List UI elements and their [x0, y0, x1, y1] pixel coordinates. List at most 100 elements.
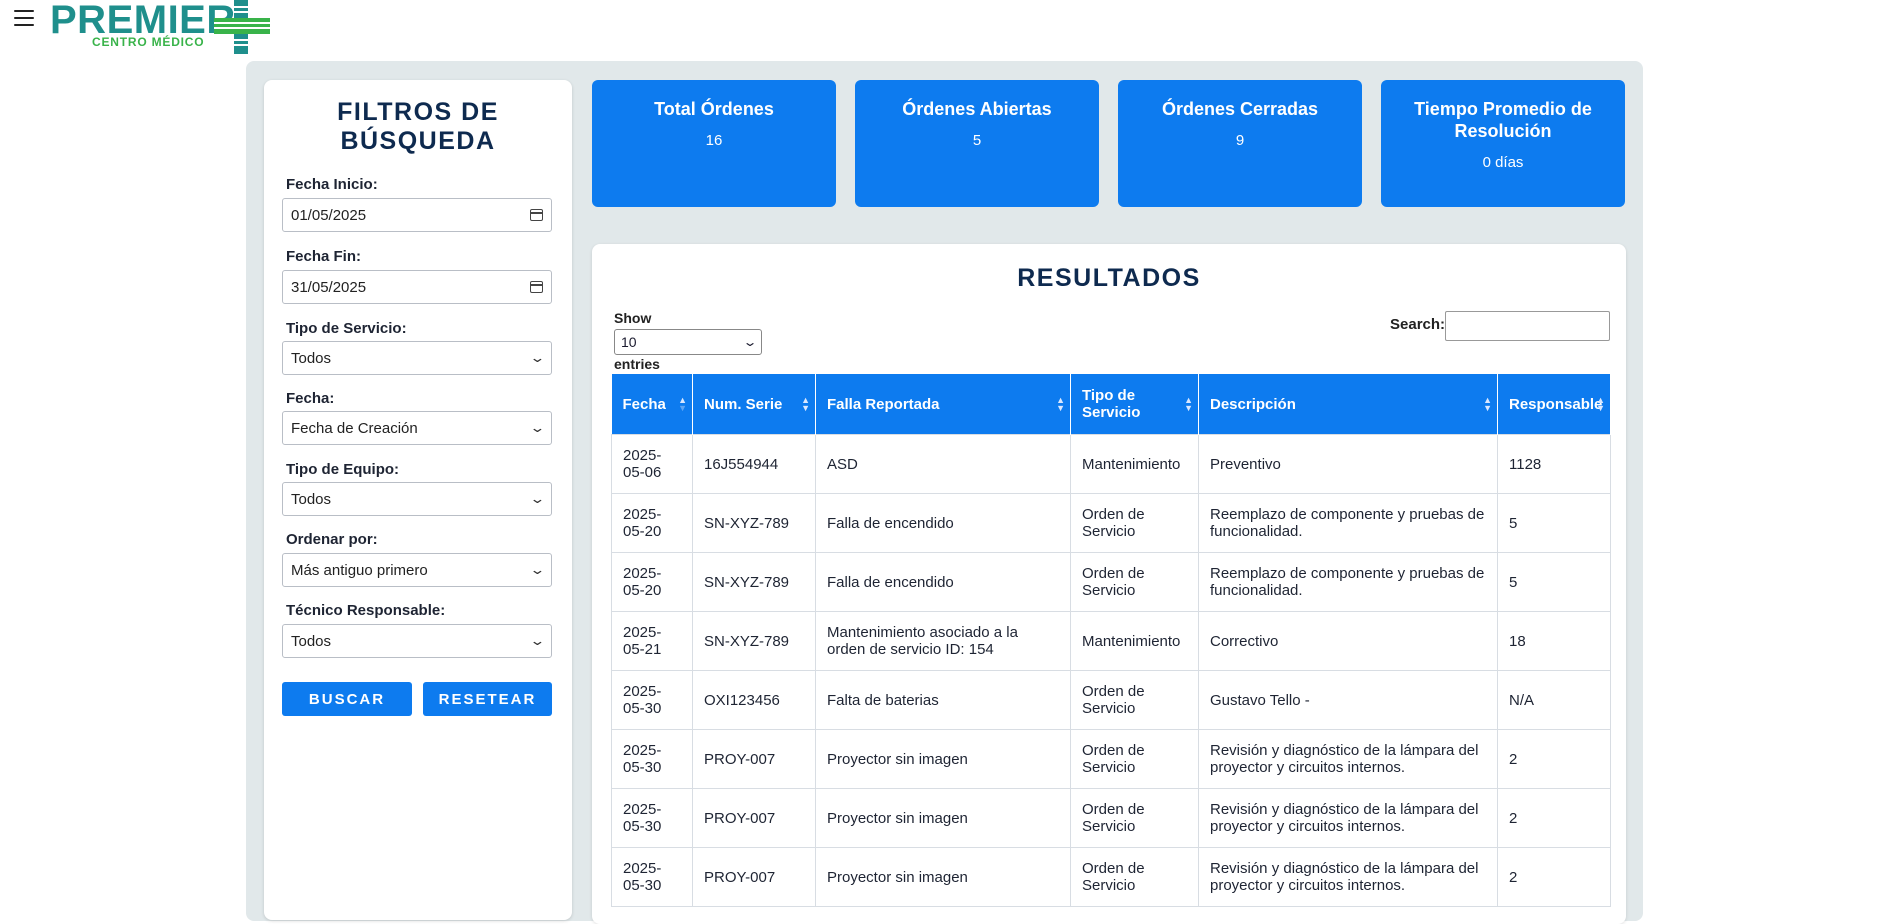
cell-responsable: 2: [1497, 729, 1611, 789]
cell-falla: Falla de encendido: [815, 552, 1071, 612]
sort-icon: ▲ ▼: [1596, 395, 1605, 413]
tipo-servicio-value: Todos: [291, 349, 332, 367]
column-header-fecha[interactable]: Fecha ▲ ▼: [611, 374, 693, 435]
stat-value: 0 días: [1482, 154, 1524, 171]
table-row: 2025-05-20 SN-XYZ-789 Falla de encendido…: [611, 552, 1611, 612]
column-header-label: Falla Reportada: [827, 395, 940, 413]
column-header-tipo-servicio[interactable]: Tipo de Servicio ▲ ▼: [1070, 374, 1199, 435]
cell-responsable: 18: [1497, 611, 1611, 671]
cell-num-serie: PROY-007: [692, 847, 816, 907]
column-header-descripcion[interactable]: Descripción ▲ ▼: [1198, 374, 1498, 435]
sort-icon: ▲ ▼: [1056, 395, 1065, 413]
cell-tipo-servicio: Orden de Servicio: [1070, 788, 1199, 848]
column-header-label: Responsable: [1509, 395, 1603, 413]
cell-descripcion: Revisión y diagnóstico de la lámpara del…: [1198, 788, 1498, 848]
fecha-fin-value: 31/05/2025: [291, 278, 367, 296]
buscar-button[interactable]: BUSCAR: [282, 682, 412, 716]
cell-descripcion: Revisión y diagnóstico de la lámpara del…: [1198, 847, 1498, 907]
cell-falla: Falta de baterias: [815, 670, 1071, 730]
entries-select[interactable]: 10 ⌄: [614, 329, 762, 355]
search-input[interactable]: [1445, 311, 1610, 341]
results-title: RESULTADOS: [1017, 264, 1201, 292]
tipo-servicio-select[interactable]: Todos ⌄: [282, 341, 552, 375]
sort-icon: ▲ ▼: [801, 395, 810, 413]
fecha-inicio-input[interactable]: 01/05/2025: [282, 198, 552, 232]
column-header-num-serie[interactable]: Num. Serie ▲ ▼: [692, 374, 816, 435]
table-row: 2025-05-30 OXI123456 Falta de baterias O…: [611, 670, 1611, 730]
cell-num-serie: SN-XYZ-789: [692, 493, 816, 553]
table-header-row: Fecha ▲ ▼ Num. Serie ▲ ▼ Falla Reportada ▲ ▼ T…: [611, 374, 1611, 435]
medical-cross-icon: [214, 0, 270, 54]
stat-value: 5: [972, 132, 982, 149]
hamburger-menu-icon[interactable]: [14, 10, 34, 27]
fecha-fin-label: Fecha Fin:: [286, 248, 362, 265]
cell-fecha: 2025-05-30: [611, 788, 693, 848]
table-row: 2025-05-30 PROY-007 Proyector sin imagen…: [611, 729, 1611, 789]
table-row: 2025-05-20 SN-XYZ-789 Falla de encendido…: [611, 493, 1611, 553]
fecha-fin-input[interactable]: 31/05/2025: [282, 270, 552, 304]
sort-icon: ▲ ▼: [678, 395, 687, 413]
cell-fecha: 2025-05-20: [611, 493, 693, 553]
cell-tipo-servicio: Orden de Servicio: [1070, 552, 1199, 612]
cell-falla: Proyector sin imagen: [815, 788, 1071, 848]
cell-descripcion: Preventivo: [1198, 434, 1498, 494]
stat-card-abiertas: Órdenes Abiertas 5: [855, 80, 1099, 207]
tecnico-select[interactable]: Todos ⌄: [282, 624, 552, 658]
filters-title: FILTROS DE BÚSQUEDA: [264, 98, 572, 156]
cell-tipo-servicio: Orden de Servicio: [1070, 729, 1199, 789]
calendar-icon[interactable]: [530, 281, 543, 293]
cell-num-serie: 16J554944: [692, 434, 816, 494]
cell-responsable: 5: [1497, 552, 1611, 612]
stat-card-cerradas: Órdenes Cerradas 9: [1118, 80, 1362, 207]
fecha-tipo-label: Fecha:: [286, 390, 335, 407]
resetear-button[interactable]: RESETEAR: [423, 682, 552, 716]
chevron-down-icon: ⌄: [529, 562, 546, 577]
stat-title: Órdenes Cerradas: [1161, 99, 1319, 119]
calendar-icon[interactable]: [530, 209, 543, 221]
table-row: 2025-05-21 SN-XYZ-789 Mantenimiento asoc…: [611, 611, 1611, 671]
cell-responsable: N/A: [1497, 670, 1611, 730]
cell-fecha: 2025-05-30: [611, 670, 693, 730]
entries-value: 10: [621, 334, 637, 350]
column-header-label: Descripción: [1210, 395, 1296, 413]
cell-responsable: 1128: [1497, 434, 1611, 494]
fecha-inicio-label: Fecha Inicio:: [286, 176, 378, 193]
ordenar-select[interactable]: Más antiguo primero ⌄: [282, 553, 552, 587]
cell-fecha: 2025-05-30: [611, 847, 693, 907]
cell-responsable: 2: [1497, 788, 1611, 848]
table-row: 2025-05-30 PROY-007 Proyector sin imagen…: [611, 847, 1611, 907]
chevron-down-icon: ⌄: [529, 420, 546, 435]
chevron-down-icon: ⌄: [529, 350, 546, 365]
cell-falla: Mantenimiento asociado a la orden de ser…: [815, 611, 1071, 671]
cell-num-serie: PROY-007: [692, 788, 816, 848]
entries-label: entries: [614, 356, 660, 372]
chevron-down-icon: ⌄: [529, 491, 546, 506]
tecnico-value: Todos: [291, 632, 332, 650]
stat-card-tiempo: Tiempo Promedio de Resolución 0 días: [1381, 80, 1625, 207]
chevron-down-icon: ⌄: [529, 633, 546, 648]
show-label: Show: [614, 310, 652, 326]
cell-tipo-servicio: Orden de Servicio: [1070, 493, 1199, 553]
cell-falla: Falla de encendido: [815, 493, 1071, 553]
filters-title-text: FILTROS DE BÚSQUEDA: [337, 98, 499, 155]
column-header-responsable[interactable]: Responsable ▲ ▼: [1497, 374, 1611, 435]
ordenar-label: Ordenar por:: [286, 531, 378, 548]
logo-subtitle: CENTRO MÉDICO: [92, 35, 205, 49]
cell-tipo-servicio: Orden de Servicio: [1070, 670, 1199, 730]
chevron-down-icon: ⌄: [742, 335, 758, 349]
tecnico-label: Técnico Responsable:: [286, 602, 446, 619]
stat-title: Tiempo Promedio de Resolución: [1414, 99, 1592, 141]
cell-fecha: 2025-05-20: [611, 552, 693, 612]
tipo-servicio-label: Tipo de Servicio:: [286, 320, 407, 337]
cell-num-serie: PROY-007: [692, 729, 816, 789]
cell-num-serie: OXI123456: [692, 670, 816, 730]
column-header-label: Fecha: [622, 395, 666, 413]
tipo-equipo-label: Tipo de Equipo:: [286, 461, 400, 478]
fecha-tipo-select[interactable]: Fecha de Creación ⌄: [282, 411, 552, 445]
results-table: Fecha ▲ ▼ Num. Serie ▲ ▼ Falla Reportada ▲ ▼ T…: [611, 374, 1611, 907]
table-row: 2025-05-06 16J554944 ASD Mantenimiento P…: [611, 434, 1611, 494]
column-header-falla[interactable]: Falla Reportada ▲ ▼: [815, 374, 1071, 435]
fecha-inicio-value: 01/05/2025: [291, 206, 367, 224]
tipo-equipo-select[interactable]: Todos ⌄: [282, 482, 552, 516]
cell-responsable: 2: [1497, 847, 1611, 907]
